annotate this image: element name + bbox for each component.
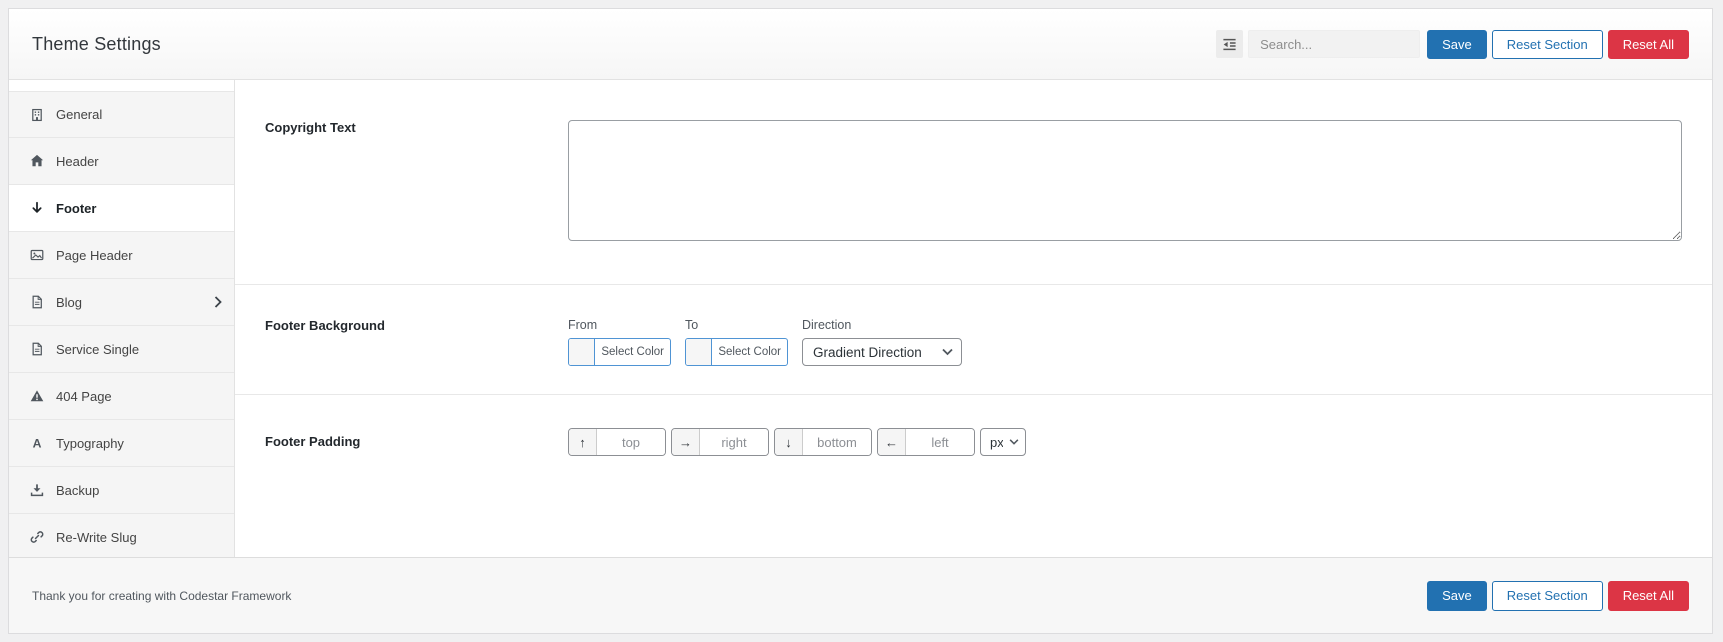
building-icon: [29, 108, 45, 122]
field-label: Footer Background: [265, 318, 385, 333]
padding-left-input[interactable]: [906, 429, 974, 455]
padding-bottom-field: ↓: [774, 428, 872, 456]
footer-bar: Thank you for creating with Codestar Fra…: [9, 557, 1712, 633]
direction-label: Direction: [802, 318, 852, 332]
image-icon: [29, 248, 45, 262]
body: General Header Footer Page Header Blog S…: [9, 80, 1712, 561]
to-color-column: To Select Color: [685, 318, 788, 366]
color-swatch: [686, 339, 713, 365]
sidebar-nav: General Header Footer Page Header Blog S…: [9, 80, 235, 561]
sidebar-item-404-page[interactable]: 404 Page: [9, 373, 234, 420]
sidebar-item-label: Header: [56, 153, 99, 169]
sidebar-item-footer[interactable]: Footer: [9, 185, 234, 232]
sidebar-item-label: Typography: [56, 435, 124, 451]
padding-top-field: ↑: [568, 428, 666, 456]
header-bar: Theme Settings Save Reset Section Reset …: [9, 9, 1712, 80]
outdent-icon: [1222, 37, 1237, 52]
sidebar-item-label: Service Single: [56, 341, 140, 357]
padding-left-field: ←: [877, 428, 975, 456]
sidebar-item-label: Re-Write Slug: [56, 529, 137, 545]
sidebar-item-label: Footer: [56, 200, 97, 216]
sidebar-item-label: General: [56, 107, 103, 122]
direction-select-wrap: Gradient Direction: [802, 338, 962, 366]
arrow-left-icon: ←: [878, 429, 906, 455]
gradient-direction-select[interactable]: Gradient Direction: [802, 338, 962, 366]
reset-section-button[interactable]: Reset Section: [1491, 29, 1603, 59]
svg-text:A: A: [33, 436, 42, 450]
font-icon: A: [29, 436, 45, 450]
select-color-label: Select Color: [601, 346, 664, 358]
sidebar-item-general[interactable]: General: [9, 91, 234, 138]
from-label: From: [568, 318, 598, 332]
sidebar-item-backup[interactable]: Backup: [9, 467, 234, 514]
link-icon: [29, 530, 45, 544]
sidebar-item-blog[interactable]: Blog: [9, 279, 234, 326]
background-controls: From Select Color To Select Color Direct…: [568, 318, 1682, 366]
arrow-up-icon: ↑: [569, 429, 597, 455]
from-color-column: From Select Color: [568, 318, 671, 366]
padding-right-field: →: [671, 428, 769, 456]
file-icon: [29, 342, 45, 356]
footer-save-button[interactable]: Save: [1427, 580, 1487, 611]
sidebar-item-label: Backup: [56, 482, 100, 498]
field-row-footer-background: Footer Background From Select Color To S…: [235, 285, 1712, 395]
padding-top-input[interactable]: [597, 429, 665, 455]
warning-icon: [29, 389, 45, 403]
footer-actions: Save Reset Section Reset All: [1427, 580, 1689, 611]
unit-select-wrap: px: [980, 428, 1026, 456]
direction-column: Direction Gradient Direction: [802, 318, 962, 366]
collapse-sections-button[interactable]: [1216, 30, 1244, 58]
sidebar-item-label: Page Header: [56, 247, 133, 263]
sidebar-item-page-header[interactable]: Page Header: [9, 232, 234, 279]
chevron-right-icon: [214, 296, 222, 308]
copyright-text-textarea[interactable]: [568, 120, 1682, 241]
to-label: To: [685, 318, 699, 332]
header-actions: Save Reset Section Reset All: [1216, 29, 1689, 59]
to-color-picker[interactable]: Select Color: [685, 338, 788, 366]
theme-settings-panel: Theme Settings Save Reset Section Reset …: [8, 8, 1713, 634]
sidebar-item-label: 404 Page: [56, 388, 112, 404]
field-content: ↑ → ↓ ←: [568, 428, 1682, 529]
select-color-label: Select Color: [718, 346, 781, 358]
page-title: Theme Settings: [32, 33, 161, 54]
save-button[interactable]: Save: [1427, 29, 1487, 59]
from-color-picker[interactable]: Select Color: [568, 338, 671, 366]
unit-select[interactable]: px: [980, 428, 1026, 456]
field-label: Footer Padding: [265, 434, 361, 449]
field-row-footer-padding: Footer Padding ↑ → ↓: [235, 395, 1712, 557]
search-input[interactable]: [1248, 30, 1421, 58]
sidebar-item-rewrite-slug[interactable]: Re-Write Slug: [9, 514, 234, 561]
field-row-copyright-text: Copyright Text: [235, 80, 1712, 285]
arrow-down-icon: [29, 201, 45, 215]
reset-all-button[interactable]: Reset All: [1607, 29, 1689, 59]
home-icon: [29, 154, 45, 168]
padding-controls: ↑ → ↓ ←: [568, 428, 1682, 456]
footer-reset-section-button[interactable]: Reset Section: [1491, 580, 1603, 611]
settings-content: Copyright Text Footer Background From Se…: [235, 80, 1712, 557]
footer-credit-text: Thank you for creating with Codestar Fra…: [32, 588, 292, 603]
sidebar-item-typography[interactable]: A Typography: [9, 420, 234, 467]
sidebar-item-label: Blog: [56, 294, 83, 310]
download-icon: [29, 483, 45, 497]
field-label: Copyright Text: [265, 120, 356, 135]
field-content: [568, 120, 1682, 246]
sidebar-item-service-single[interactable]: Service Single: [9, 326, 234, 373]
padding-right-input[interactable]: [700, 429, 768, 455]
field-content: From Select Color To Select Color Direct…: [568, 318, 1682, 366]
sidebar-item-header[interactable]: Header: [9, 138, 234, 185]
padding-bottom-input[interactable]: [803, 429, 871, 455]
color-swatch: [569, 339, 596, 365]
arrow-right-icon: →: [672, 429, 700, 455]
footer-reset-all-button[interactable]: Reset All: [1607, 580, 1689, 611]
file-icon: [29, 295, 45, 309]
arrow-down-icon: ↓: [775, 429, 803, 455]
